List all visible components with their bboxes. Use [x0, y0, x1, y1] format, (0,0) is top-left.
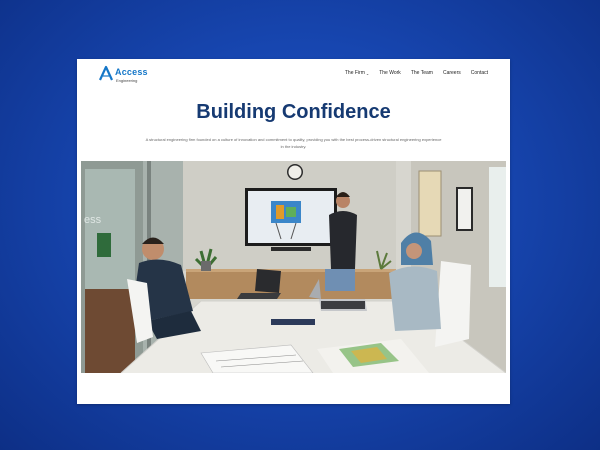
main-nav: The Firm ⌄ The Work The Team Careers Con…	[345, 70, 488, 76]
logo-name: Access	[115, 67, 148, 77]
logo-mark-icon	[99, 65, 113, 81]
logo-subtitle: Engineering	[116, 78, 138, 83]
logo[interactable]: Access Engineering	[98, 65, 158, 85]
hero-subtitle: A structural engineering firm founded on…	[145, 137, 442, 149]
nav-item-label: The Work	[379, 70, 401, 76]
tablet	[271, 319, 315, 325]
nav-item-label: The Firm	[344, 70, 365, 76]
chevron-down-icon: ⌄	[365, 70, 370, 76]
site-header: Access Engineering The Firm ⌄ The Work T…	[77, 59, 510, 89]
hero-photo: ess	[81, 161, 506, 373]
hero-title: Building Confidence	[196, 101, 391, 123]
wall-lettering: ess	[84, 214, 102, 226]
nav-item-careers[interactable]: Careers	[443, 70, 461, 76]
nav-item-label: The Team	[410, 70, 433, 76]
nav-item-label: Contact	[470, 70, 488, 76]
website-card: Access Engineering The Firm ⌄ The Work T…	[77, 59, 510, 404]
nav-item-label: Careers	[442, 70, 461, 76]
nav-item-the-firm[interactable]: The Firm ⌄	[345, 70, 369, 76]
wall-certificate	[456, 187, 473, 231]
tv-screen	[245, 188, 337, 251]
nav-item-the-work[interactable]: The Work	[379, 70, 401, 76]
nav-item-the-team[interactable]: The Team	[411, 70, 433, 76]
chair	[435, 261, 471, 347]
nav-item-contact[interactable]: Contact	[471, 70, 488, 76]
